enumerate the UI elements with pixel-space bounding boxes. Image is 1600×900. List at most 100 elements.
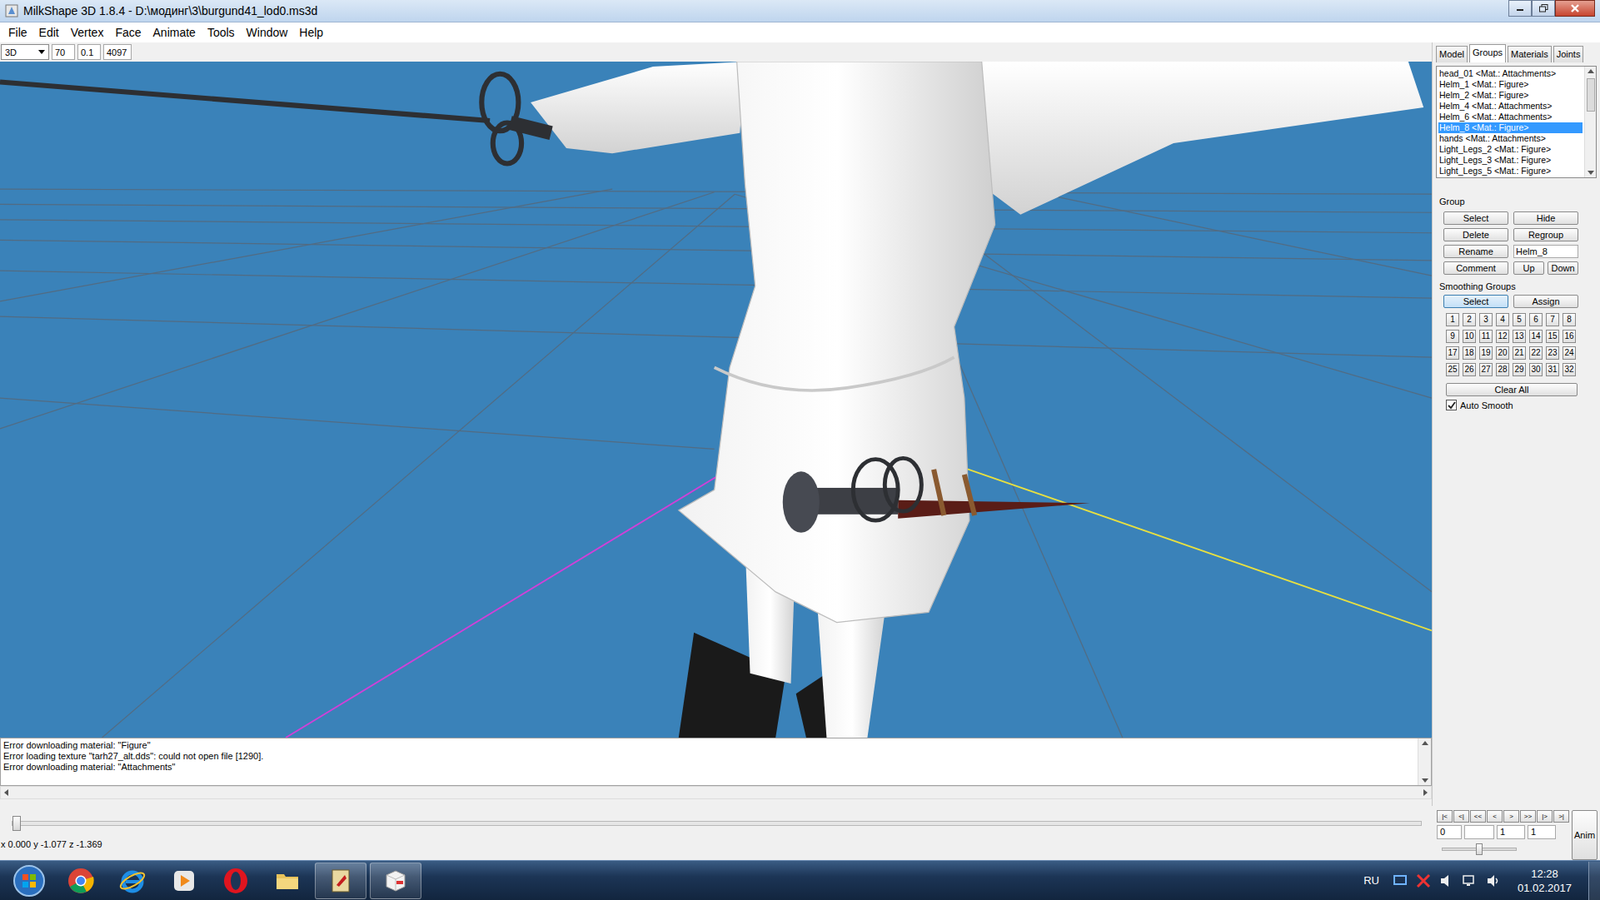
comment-button[interactable]: Comment	[1443, 261, 1509, 275]
panel-tab[interactable]: Joints	[1553, 45, 1585, 63]
group-item[interactable]: Helm_8 <Mat.: Figure>	[1438, 122, 1583, 134]
panel-tab[interactable]: Model	[1435, 45, 1468, 63]
smoothing-group-button[interactable]: 18	[1462, 346, 1476, 360]
group-item[interactable]: head_01 <Mat.: Attachments>	[1438, 68, 1583, 80]
internet-explorer-button[interactable]	[106, 862, 159, 900]
smoothing-group-button[interactable]: 28	[1495, 363, 1510, 377]
up-button[interactable]: Up	[1513, 261, 1545, 275]
smoothing-group-button[interactable]: 16	[1562, 329, 1576, 344]
smoothing-group-button[interactable]: 14	[1529, 329, 1543, 344]
hide-button[interactable]: Hide	[1513, 211, 1579, 225]
milkshape-button[interactable]	[369, 862, 422, 900]
smoothing-group-button[interactable]: 30	[1529, 363, 1543, 377]
clock[interactable]: 12:2801.02.2017	[1509, 867, 1581, 896]
playback-button[interactable]: |<	[1436, 810, 1453, 823]
group-item[interactable]: Helm_4 <Mat.: Attachments>	[1438, 100, 1583, 112]
anim-button[interactable]: Anim	[1571, 810, 1598, 861]
close-button[interactable]	[1555, 0, 1596, 17]
playback-button[interactable]: >|	[1553, 810, 1570, 823]
group-item[interactable]: Light_Legs_2 <Mat.: Figure>	[1438, 144, 1583, 155]
list-scrollbar[interactable]	[1584, 66, 1596, 178]
menu-item[interactable]: Help	[293, 25, 329, 40]
clear-all-button[interactable]: Clear All	[1445, 383, 1578, 397]
animation-slider-thumb[interactable]	[12, 816, 21, 832]
3d-viewport[interactable]	[0, 61, 1432, 738]
smoothing-group-button[interactable]: 6	[1529, 313, 1543, 327]
delete-button[interactable]: Delete	[1443, 228, 1509, 242]
playback-button[interactable]: <<	[1470, 810, 1486, 823]
current-frame-field[interactable]: 1	[1496, 825, 1526, 840]
playback-button[interactable]: |>	[1536, 810, 1553, 823]
group-item[interactable]: Light_Legs_5 <Mat.: Figure>	[1438, 165, 1583, 177]
animation-slider[interactable]	[11, 821, 1422, 827]
regroup-button[interactable]: Regroup	[1513, 228, 1579, 242]
smoothing-group-button[interactable]: 1	[1445, 313, 1460, 327]
smoothing-group-button[interactable]: 20	[1495, 346, 1510, 360]
playback-button[interactable]: >>	[1520, 810, 1536, 823]
smoothing-group-button[interactable]: 15	[1545, 329, 1560, 344]
minimize-button[interactable]	[1508, 0, 1532, 17]
show-desktop-button[interactable]	[1588, 862, 1600, 900]
vertical-scrollbar[interactable]	[1417, 738, 1431, 786]
assign-button[interactable]: Assign	[1513, 294, 1579, 309]
smoothing-group-button[interactable]: 22	[1529, 346, 1543, 360]
menu-item[interactable]: Face	[109, 25, 147, 40]
group-item[interactable]: hands <Mat.: Attachments>	[1438, 133, 1583, 145]
select-button[interactable]: Select	[1443, 211, 1509, 225]
down-button[interactable]: Down	[1547, 261, 1579, 275]
menu-item[interactable]: Vertex	[64, 25, 110, 40]
toolbar-field[interactable]: 70	[51, 44, 75, 60]
group-item[interactable]: Helm_6 <Mat.: Attachments>	[1438, 111, 1583, 123]
chrome-button[interactable]	[54, 862, 107, 900]
scroll-up-icon[interactable]	[1421, 741, 1429, 746]
speed-slider-thumb[interactable]	[1475, 843, 1483, 856]
explorer-button[interactable]	[261, 862, 314, 900]
speaker-icon[interactable]	[1485, 874, 1501, 888]
smoothing-group-button[interactable]: 21	[1512, 346, 1526, 360]
language-indicator[interactable]: RU	[1363, 874, 1380, 888]
volume-icon[interactable]	[1439, 874, 1455, 888]
auto-smooth-checkbox[interactable]	[1445, 399, 1457, 411]
playback-button[interactable]: <|	[1453, 810, 1470, 823]
smoothing-group-button[interactable]: 3	[1479, 313, 1493, 327]
speed-slider[interactable]	[1441, 847, 1517, 852]
smoothing-group-button[interactable]: 27	[1479, 363, 1493, 377]
panel-tab[interactable]: Groups	[1469, 44, 1506, 63]
smoothing-group-button[interactable]: 26	[1462, 363, 1476, 377]
opera-button[interactable]	[209, 862, 262, 900]
smoothing-group-button[interactable]: 7	[1545, 313, 1560, 327]
scroll-down-icon[interactable]	[1421, 778, 1429, 783]
game-button[interactable]	[314, 862, 367, 900]
media-player-button[interactable]	[158, 862, 210, 900]
smoothing-group-button[interactable]: 19	[1479, 346, 1493, 360]
smoothing-group-button[interactable]: 11	[1479, 329, 1493, 344]
scroll-up-icon[interactable]	[1587, 69, 1595, 74]
smoothing-group-button[interactable]: 8	[1562, 313, 1576, 327]
menu-item[interactable]: Window	[240, 25, 295, 40]
smoothing-group-button[interactable]: 32	[1562, 363, 1576, 377]
toolbar-field[interactable]: 0.1	[77, 44, 101, 60]
smoothing-group-button[interactable]: 31	[1545, 363, 1560, 377]
smoothing-group-button[interactable]: 4	[1495, 313, 1510, 327]
horizontal-scrollbar[interactable]	[0, 786, 1432, 800]
start-button[interactable]	[3, 862, 55, 900]
playback-button[interactable]: >	[1503, 810, 1520, 823]
menu-item[interactable]: Tools	[201, 25, 241, 40]
rename-button[interactable]: Rename	[1443, 244, 1509, 259]
scroll-left-icon[interactable]	[4, 789, 9, 797]
playback-button[interactable]: <	[1486, 810, 1503, 823]
smoothing-group-button[interactable]: 13	[1512, 329, 1526, 344]
smoothing-group-button[interactable]: 9	[1445, 329, 1460, 344]
smoothing-group-button[interactable]: 17	[1445, 346, 1460, 360]
group-item[interactable]: Helm_1 <Mat.: Figure>	[1438, 79, 1583, 90]
scroll-right-icon[interactable]	[1423, 789, 1428, 797]
smoothing-group-button[interactable]: 23	[1545, 346, 1560, 360]
smoothing-group-button[interactable]: 10	[1462, 329, 1476, 344]
toolbar-field[interactable]: 4097	[103, 44, 132, 60]
frame-field[interactable]	[1464, 825, 1495, 840]
scroll-down-icon[interactable]	[1587, 170, 1595, 175]
menu-item[interactable]: Edit	[33, 25, 65, 40]
smoothing-group-button[interactable]: 5	[1512, 313, 1526, 327]
menu-item[interactable]: Animate	[147, 25, 202, 40]
group-item[interactable]: Light_Legs_3 <Mat.: Figure>	[1438, 154, 1583, 166]
